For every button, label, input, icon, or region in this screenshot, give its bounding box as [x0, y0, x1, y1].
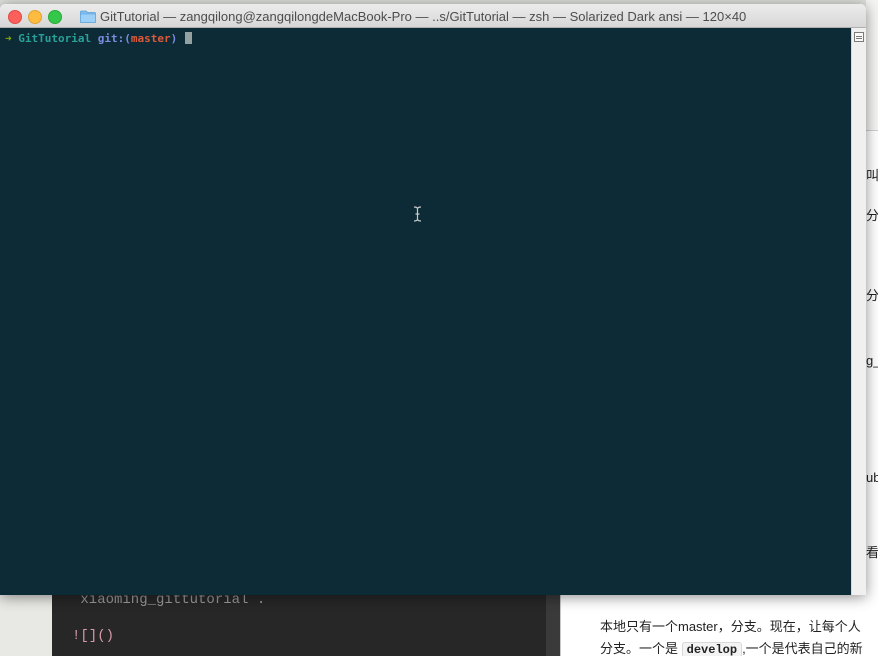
preview-text-fragment: 分	[866, 208, 878, 223]
close-button[interactable]	[8, 10, 22, 24]
window-title-text: GitTutorial — zangqilong@zangqilongdeMac…	[100, 8, 747, 24]
preview-text: 分支。一个是	[600, 641, 679, 656]
preview-text-fragment: 看	[866, 545, 878, 560]
preview-text-fragment: 叫	[866, 168, 878, 183]
prompt-directory: GitTutorial	[18, 32, 92, 45]
preview-text-fragment: g_	[866, 353, 878, 368]
terminal-window[interactable]: GitTutorial — zangqilong@zangqilongdeMac…	[0, 4, 866, 595]
text-cursor	[184, 32, 192, 44]
terminal-scrollbar[interactable]	[851, 28, 866, 595]
preview-paragraph-line: 本地只有一个master，分支。现在，让每个人	[600, 619, 861, 634]
prompt-git-close: )	[170, 32, 178, 45]
prompt-git-label: git:(	[97, 32, 131, 45]
split-pane-icon[interactable]	[854, 32, 864, 42]
preview-text: ,一个是代表自己的新	[742, 641, 863, 656]
prompt-arrow-icon: ➜	[5, 32, 12, 45]
background-left-strip	[0, 590, 52, 656]
preview-text-fragment: 分	[866, 288, 878, 303]
editor-line: ![]()	[72, 628, 115, 644]
editor-divider[interactable]	[546, 590, 560, 656]
inline-code: develop	[681, 642, 743, 656]
zoom-button[interactable]	[48, 10, 62, 24]
folder-icon	[80, 10, 96, 23]
window-title: GitTutorial — zangqilong@zangqilongdeMac…	[80, 8, 746, 24]
prompt-branch: master	[130, 32, 171, 45]
minimize-button[interactable]	[28, 10, 42, 24]
terminal-content[interactable]: ➜ GitTutorial git:(master)	[0, 28, 851, 595]
background-markdown-editor[interactable]: `xiaoming_gittutorial`. ![]()	[52, 590, 546, 656]
shell-prompt: ➜ GitTutorial git:(master)	[5, 32, 192, 45]
background-window-top-edge	[866, 0, 878, 130]
preview-text-fragment: ub	[866, 470, 878, 485]
terminal-titlebar[interactable]: GitTutorial — zangqilong@zangqilongdeMac…	[0, 4, 866, 28]
ibeam-cursor-icon	[413, 206, 422, 222]
preview-paragraph-line: 分支。一个是 develop ,一个是代表自己的新	[600, 638, 878, 656]
